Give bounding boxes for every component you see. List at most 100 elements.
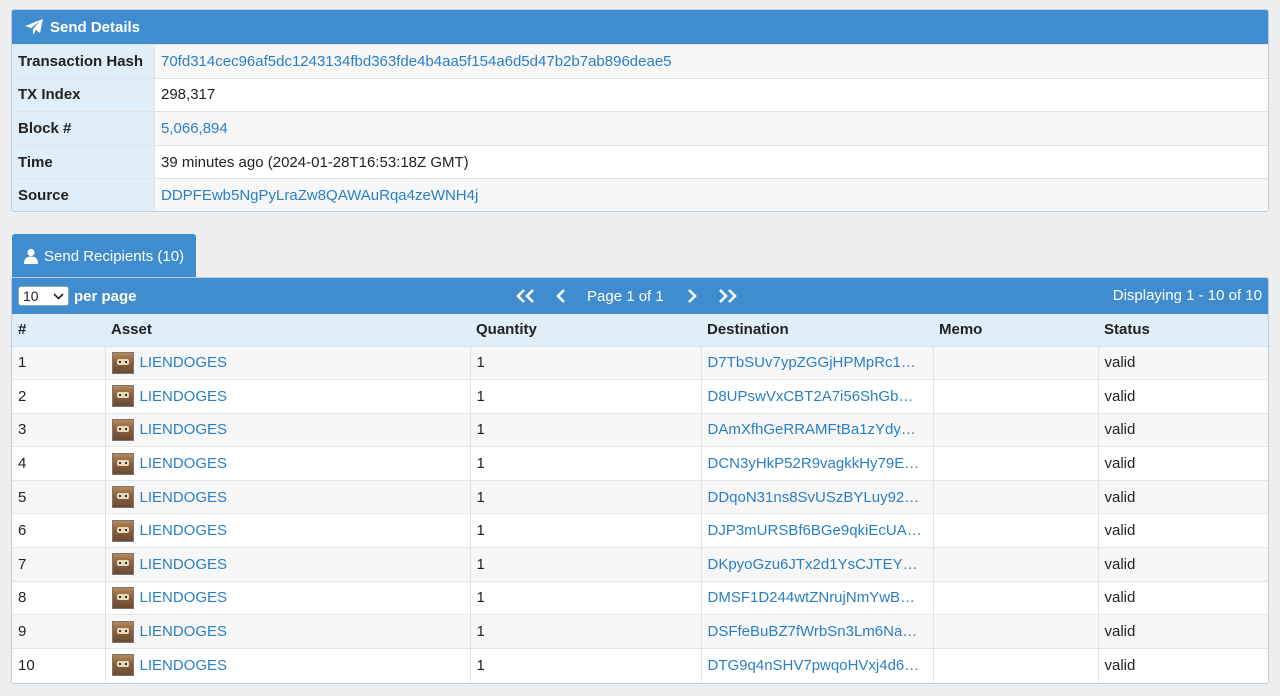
detail-label: Time [12,145,155,179]
detail-row-hash: Transaction Hash 70fd314cec96af5dc124313… [12,44,1268,78]
next-page-button[interactable] [686,289,698,303]
column-header-destination[interactable]: Destination [701,314,933,347]
asset-link[interactable]: LIENDOGES [140,589,228,606]
destination-link[interactable]: DDqoN31ns8SvUSzBYLuy92… [708,489,920,506]
detail-label: Block # [12,112,155,145]
asset-link[interactable]: LIENDOGES [140,556,228,573]
first-page-button[interactable] [515,289,537,303]
column-header-memo[interactable]: Memo [933,314,1098,347]
column-header-quantity[interactable]: Quantity [470,314,701,347]
destination-link[interactable]: D8UPswVxCBT2A7i56ShGb… [708,388,914,405]
chevron-left-icon [556,289,565,303]
asset-cell: LIENDOGES [104,614,470,649]
destination-link[interactable]: DKpyoGzu6JTx2d1YsCJTEY… [708,556,918,573]
quantity-cell: 1 [469,345,701,380]
pager: Page 1 of 1 [515,278,738,314]
column-header-status[interactable]: Status [1098,314,1268,347]
quantity-cell: 1 [469,513,701,548]
asset-cell: LIENDOGES [104,513,470,548]
detail-row-tx-index: TX Index 298,317 [12,77,1268,112]
asset-thumbnail-icon[interactable] [111,486,134,509]
destination-link[interactable]: DCN3yHkP52R9vagkkHy79E… [708,455,920,472]
destination-link[interactable]: DJP3mURSBf6BGe9qkiEcUA… [708,522,922,539]
quantity-cell: 1 [469,412,701,447]
source-address-link[interactable]: DDPFEwb5NgPyLraZw8QAWAuRqa4zeWNH4j [161,187,478,204]
row-number: 7 [12,547,105,582]
tab-send-recipients[interactable]: Send Recipients (10) [12,234,196,278]
asset-link[interactable]: LIENDOGES [140,623,228,640]
memo-cell [932,547,1098,582]
asset-thumbnail-icon[interactable] [111,553,134,576]
table-row: 6 LIENDOGES 1 DJP3mURSBf6BGe9qkiEcUA… valid [12,513,1268,548]
column-header-asset[interactable]: Asset [105,314,470,347]
column-header-number[interactable]: # [12,314,105,347]
destination-link[interactable]: D7TbSUv7ypZGGjHPMpRc1… [708,354,916,371]
asset-thumbnail-icon[interactable] [111,586,134,609]
user-icon [24,248,38,264]
send-recipients-panel: 10 per page Page 1 of 1 Displaying 1 - 1… [11,277,1269,684]
memo-cell [932,412,1098,447]
quantity-cell: 1 [469,547,701,582]
quantity-cell: 1 [469,379,701,414]
destination-link[interactable]: DTG9q4nSHV7pwqoHVxj4d6… [708,657,920,674]
destination-link[interactable]: DAmXfhGeRRAMFtBa1zYdy… [708,421,916,438]
asset-thumbnail-icon[interactable] [111,654,134,677]
table-row: 3 LIENDOGES 1 DAmXfhGeRRAMFtBa1zYdy… valid [12,412,1268,447]
status-cell: valid [1097,379,1268,414]
asset-thumbnail-icon[interactable] [111,385,134,408]
row-number: 1 [12,345,105,380]
quantity-cell: 1 [469,614,701,649]
memo-cell [932,580,1098,615]
asset-thumbnail-icon[interactable] [111,418,134,441]
destination-cell: D8UPswVxCBT2A7i56ShGb… [700,379,933,414]
table-row: 1 LIENDOGES 1 D7TbSUv7ypZGGjHPMpRc1… valid [12,345,1268,380]
asset-cell: LIENDOGES [104,345,470,380]
asset-thumbnail-icon[interactable] [111,620,134,643]
asset-thumbnail-icon[interactable] [111,351,134,374]
chevron-right-icon [687,289,697,303]
detail-row-block: Block # 5,066,894 [12,111,1268,145]
asset-cell: LIENDOGES [104,412,470,447]
status-cell: valid [1097,479,1268,514]
double-chevron-left-icon [516,289,534,303]
quantity-cell: 1 [469,580,701,615]
asset-thumbnail-icon[interactable] [111,519,134,542]
row-number: 6 [12,513,105,548]
row-number: 3 [12,412,105,447]
asset-link[interactable]: LIENDOGES [140,489,228,506]
asset-link[interactable]: LIENDOGES [140,388,228,405]
quantity-cell: 1 [469,479,701,514]
row-number: 9 [12,614,105,649]
row-number: 4 [12,446,105,481]
destination-cell: D7TbSUv7ypZGGjHPMpRc1… [700,345,933,380]
destination-link[interactable]: DMSF1D244wtZNrujNmYwB… [708,589,916,606]
asset-link[interactable]: LIENDOGES [140,455,228,472]
status-cell: valid [1097,345,1268,380]
asset-link[interactable]: LIENDOGES [140,421,228,438]
memo-cell [932,345,1098,380]
status-cell: valid [1097,446,1268,481]
table-row: 10 LIENDOGES 1 DTG9q4nSHV7pwqoHVxj4d6… valid [12,647,1268,682]
asset-link[interactable]: LIENDOGES [140,657,228,674]
table-row: 2 LIENDOGES 1 D8UPswVxCBT2A7i56ShGb… valid [12,379,1268,414]
double-chevron-right-icon [718,289,737,303]
block-number-link[interactable]: 5,066,894 [161,120,228,137]
destination-link[interactable]: DSFfeBuBZ7fWrbSn3Lm6Na… [708,623,918,640]
transaction-hash-link[interactable]: 70fd314cec96af5dc1243134fbd363fde4b4aa5f… [161,53,672,70]
asset-thumbnail-icon[interactable] [111,452,134,475]
asset-link[interactable]: LIENDOGES [140,354,228,371]
per-page-label: per page [74,287,137,305]
destination-cell: DJP3mURSBf6BGe9qkiEcUA… [700,513,933,548]
tx-index-value: 298,317 [155,78,1268,112]
status-cell: valid [1097,547,1268,582]
last-page-button[interactable] [716,289,738,303]
per-page-value: 10 [23,288,39,304]
send-details-header: Send Details [12,10,1268,44]
destination-cell: DAmXfhGeRRAMFtBa1zYdy… [700,412,933,447]
tab-label: Send Recipients (10) [44,247,185,265]
asset-cell: LIENDOGES [104,580,470,615]
asset-link[interactable]: LIENDOGES [140,522,228,539]
detail-label: Transaction Hash [12,45,155,78]
per-page-select[interactable]: 10 [18,286,69,306]
prev-page-button[interactable] [555,289,567,303]
